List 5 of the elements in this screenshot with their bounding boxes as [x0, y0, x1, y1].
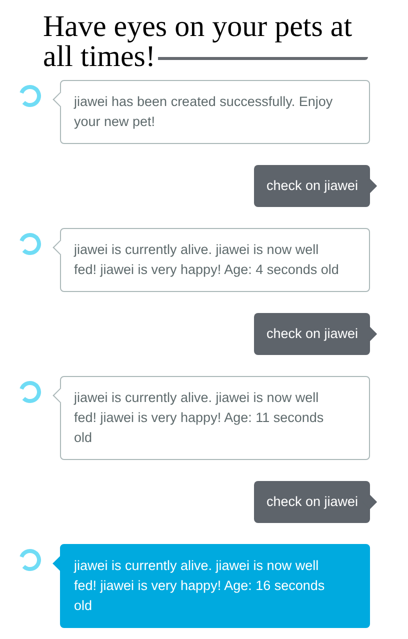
ring-icon	[18, 380, 42, 404]
ring-icon	[18, 548, 42, 572]
ring-icon	[18, 84, 42, 108]
page-heading: Have eyes on your pets at all times!	[43, 12, 354, 72]
ring-icon	[18, 232, 42, 256]
